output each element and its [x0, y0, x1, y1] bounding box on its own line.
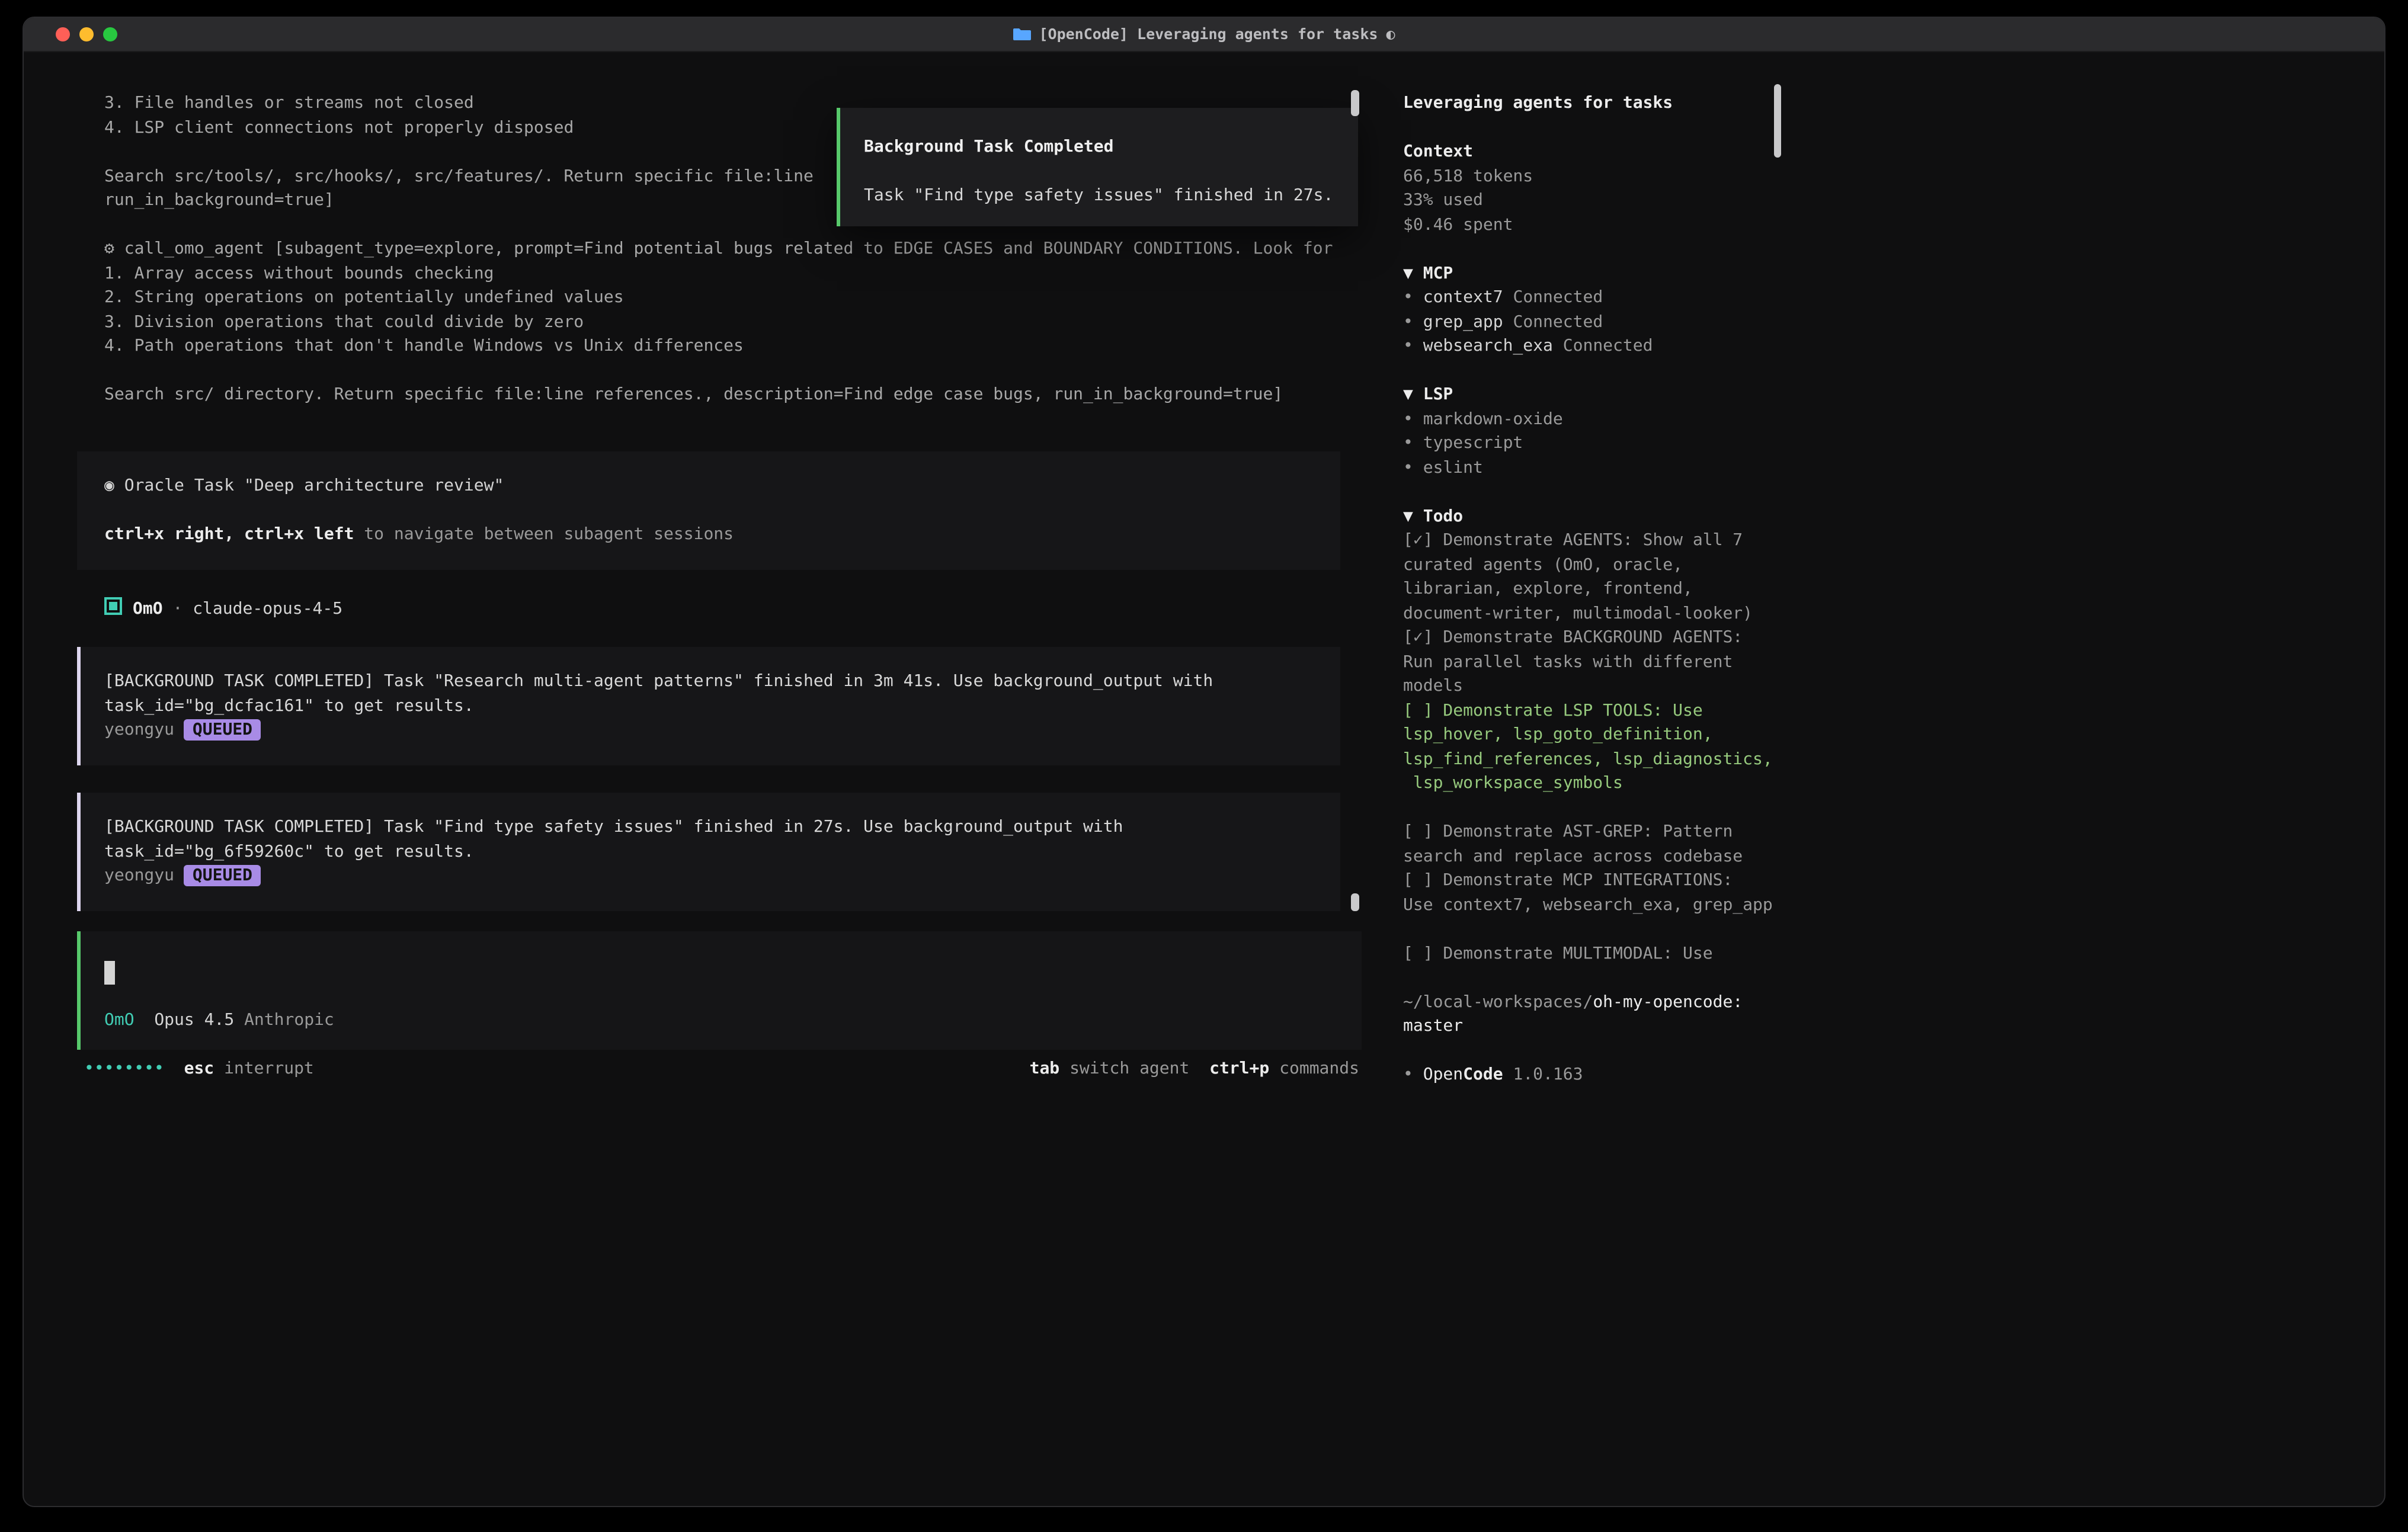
git-branch: master [1403, 1017, 1463, 1036]
queued-message-2-lines: [BACKGROUND TASK COMPLETED] Task "Find t… [104, 815, 1340, 888]
oracle-task-title: Oracle Task "Deep architecture review" [124, 476, 504, 495]
agent-header: OmO · claude-opus-4-5 [104, 597, 342, 621]
agent-checkbox-icon [104, 597, 122, 615]
input-agent-name: OmO [104, 1011, 135, 1030]
window-title: [OpenCode] Leveraging agents for tasks ◐ [1013, 18, 1395, 51]
input-model-name: Opus 4.5 [154, 1011, 234, 1030]
context-cost: $0.46 spent [1403, 215, 1513, 234]
model-indicator: OmO Opus 4.5 Anthropic [104, 1008, 334, 1033]
todo-heading: Todo [1423, 507, 1463, 525]
context-used: 33% used [1403, 191, 1483, 210]
workspace-name: oh-my-opencode: [1593, 992, 1743, 1011]
background-task-toast: Background Task Completed Task "Find typ… [837, 108, 1358, 226]
queued-badge: QUEUED [184, 865, 261, 886]
lsp-heading: LSP [1423, 385, 1453, 404]
session-title: Leveraging agents for tasks [1403, 94, 1673, 113]
oracle-task-lines: ◉ Oracle Task "Deep architecture review"… [104, 474, 1340, 547]
folder-icon [1013, 27, 1030, 41]
message-author: yeongyu [104, 720, 184, 739]
text-cursor [104, 961, 115, 985]
gear-icon: ⚙ [104, 239, 124, 258]
bullet-icon: • [1403, 336, 1423, 355]
bullet-icon: • [1403, 1065, 1423, 1084]
toast-body: Task "Find type safety issues" finished … [864, 184, 1358, 208]
record-icon: ◉ [104, 476, 124, 495]
ctrlp-key-hint: ctrl+p [1209, 1059, 1269, 1078]
agent-name: OmO [133, 600, 163, 618]
sidebar: Leveraging agents for tasks Context 66,51… [1403, 91, 1782, 1087]
esc-key-hint: esc [184, 1059, 214, 1078]
status-bar-left: •••••••• esc interrupt [84, 1057, 314, 1081]
window-title-text: [OpenCode] Leveraging agents for tasks [1039, 18, 1378, 51]
proxy-icon: ◐ [1386, 18, 1395, 51]
traffic-lights [56, 27, 117, 41]
queued-message-1-lines: [BACKGROUND TASK COMPLETED] Task "Resear… [104, 669, 1340, 742]
mcp-heading: MCP [1423, 264, 1453, 283]
tab-key-hint: tab [1030, 1059, 1060, 1078]
close-button[interactable] [56, 27, 70, 41]
input-provider-name: Anthropic [244, 1011, 334, 1030]
queued-message-2: [BACKGROUND TASK COMPLETED] Task "Find t… [77, 793, 1340, 911]
oracle-task-panel: ◉ Oracle Task "Deep architecture review"… [77, 451, 1340, 570]
screen: [OpenCode] Leveraging agents for tasks ◐… [0, 0, 2408, 1532]
chevron-down-icon: ▼ [1403, 385, 1423, 404]
subagent-nav-keys: ctrl+x right, ctrl+x left [104, 525, 354, 544]
sidebar-scrollbar-thumb[interactable] [1774, 84, 1781, 158]
bullet-icon: • [1403, 288, 1423, 307]
chevron-down-icon: ▼ [1403, 507, 1423, 525]
status-bar-right: tab switch agent ctrl+p commands [1030, 1057, 1359, 1081]
message-author: yeongyu [104, 866, 184, 885]
titlebar[interactable]: [OpenCode] Leveraging agents for tasks ◐ [24, 18, 2384, 52]
queued-badge: QUEUED [184, 719, 261, 741]
workspace-path: ~/local-workspaces/ [1403, 992, 1593, 1011]
main-scrollbar-thumb-bottom[interactable] [1351, 893, 1359, 911]
chevron-down-icon: ▼ [1403, 264, 1423, 283]
minimize-button[interactable] [79, 27, 94, 41]
terminal-window: [OpenCode] Leveraging agents for tasks ◐… [23, 17, 2385, 1507]
context-heading: Context [1403, 142, 1473, 161]
toast-title: Background Task Completed [864, 135, 1358, 159]
main-scrollbar-thumb-top[interactable] [1351, 90, 1359, 116]
bullet-icon: • [1403, 312, 1423, 331]
zoom-button[interactable] [103, 27, 117, 41]
context-tokens: 66,518 tokens [1403, 166, 1533, 185]
app-version: 1.0.163 [1513, 1065, 1583, 1084]
queued-message-1: [BACKGROUND TASK COMPLETED] Task "Resear… [77, 647, 1340, 765]
prompt-input[interactable]: OmO Opus 4.5 Anthropic [77, 931, 1362, 1050]
agent-model: claude-opus-4-5 [193, 600, 342, 618]
progress-dots: •••••••• [84, 1059, 164, 1078]
